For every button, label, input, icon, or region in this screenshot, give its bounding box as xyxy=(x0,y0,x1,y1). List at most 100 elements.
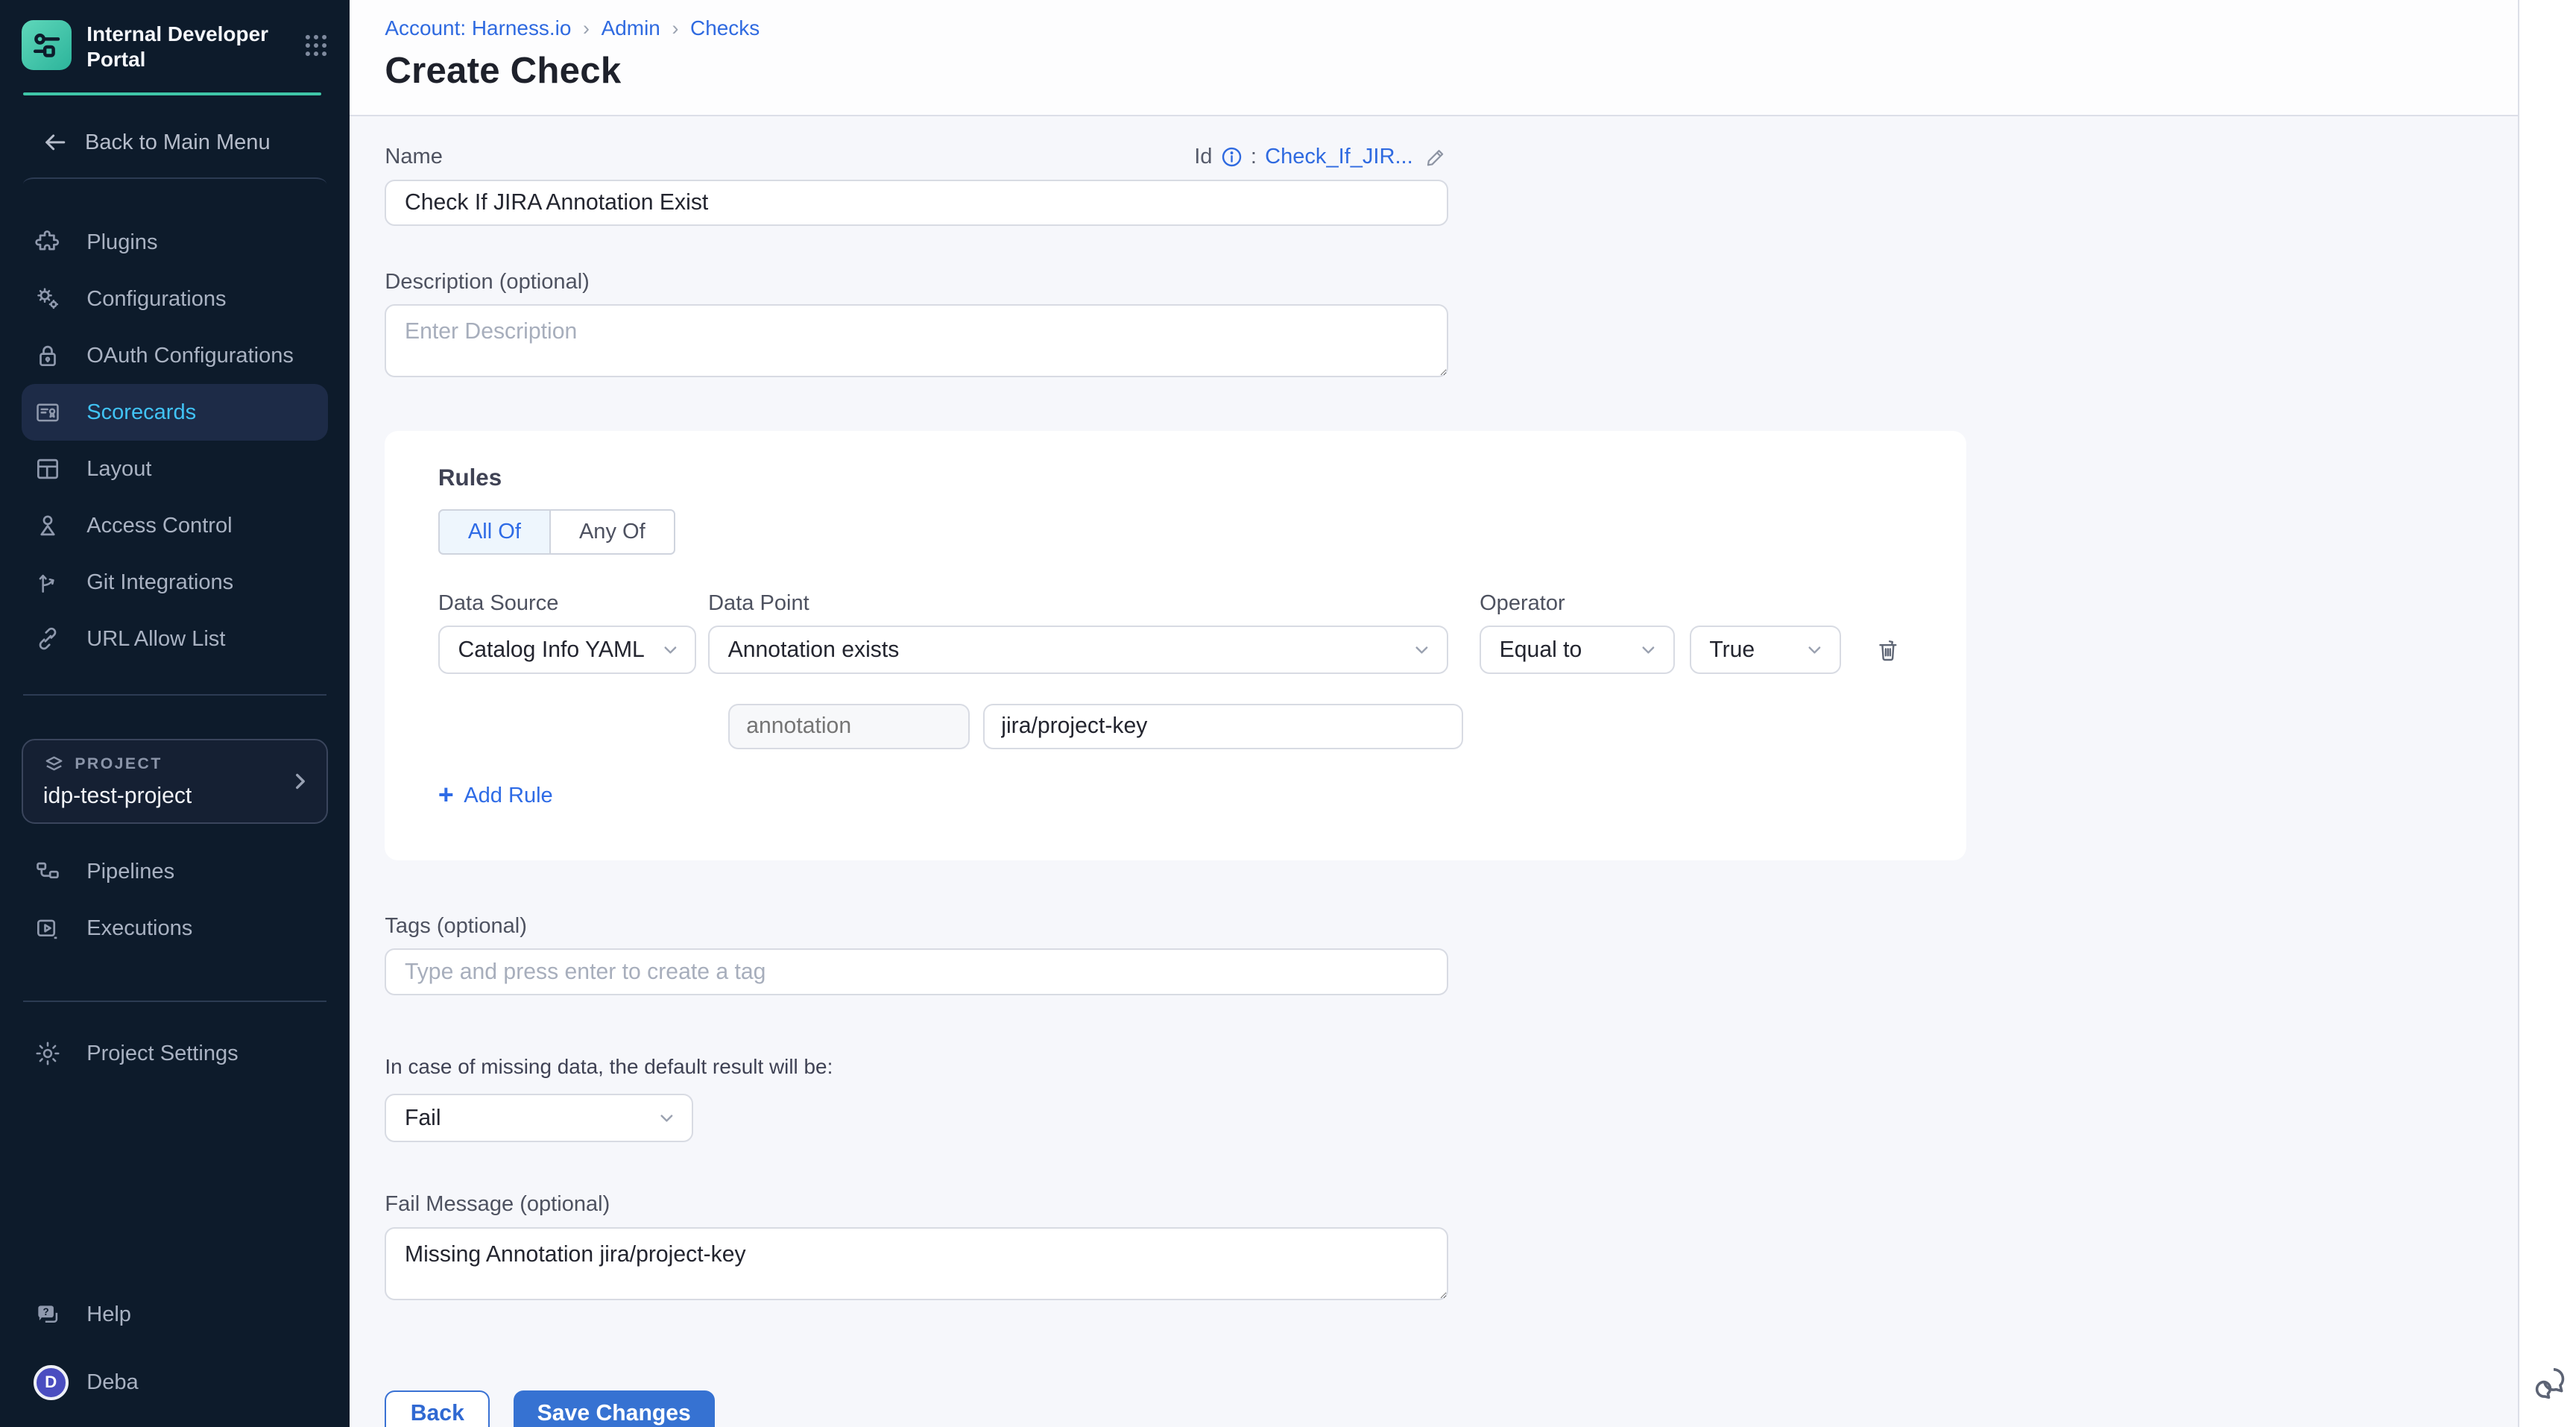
gear-icon xyxy=(34,1039,62,1068)
sidebar: Internal Developer Portal Back to Main M… xyxy=(0,0,350,1427)
chevron-down-icon xyxy=(1805,640,1825,660)
tags-label: Tags (optional) xyxy=(385,914,2517,939)
project-label: PROJECT xyxy=(75,755,162,773)
help-label: Help xyxy=(86,1302,131,1327)
rule-labels-row: Data Source Data Point Operator xyxy=(438,591,1913,616)
breadcrumb-checks-link[interactable]: Checks xyxy=(690,16,760,40)
data-source-select[interactable]: Catalog Info YAML xyxy=(438,626,697,674)
sidebar-divider xyxy=(23,177,326,191)
create-check-form: Name Id : Check_If_JIR... Description (o… xyxy=(350,116,2576,1426)
breadcrumb-account-link[interactable]: Account: Harness.io xyxy=(385,16,571,40)
fail-message-block: Fail Message (optional) Missing Annotati… xyxy=(385,1192,2517,1307)
sidebar-item-access-control[interactable]: Access Control xyxy=(22,497,328,554)
sidebar-item-layout[interactable]: Layout xyxy=(22,441,328,497)
name-label: Name xyxy=(385,145,442,169)
chevron-down-icon xyxy=(1638,640,1658,660)
operator-value-select[interactable]: True xyxy=(1690,626,1841,674)
sidebar-item-project-settings[interactable]: Project Settings xyxy=(22,1025,328,1082)
annotation-key-input[interactable] xyxy=(983,704,1463,749)
add-rule-label: Add Rule xyxy=(464,784,553,808)
rules-title: Rules xyxy=(438,464,1913,491)
project-name: idp-test-project xyxy=(43,784,310,809)
scorecard-icon xyxy=(34,398,62,426)
project-label-row: PROJECT xyxy=(43,754,310,775)
annotation-row xyxy=(728,704,1913,749)
default-result-value: Fail xyxy=(405,1106,441,1131)
play-icon xyxy=(34,915,62,943)
id-label: Id xyxy=(1194,145,1212,169)
sidebar-header: Internal Developer Portal xyxy=(0,0,350,72)
description-block: Description (optional) xyxy=(385,270,2517,385)
sidebar-item-label: Git Integrations xyxy=(86,570,233,595)
default-result-select[interactable]: Fail xyxy=(385,1094,693,1142)
sidebar-item-plugins[interactable]: Plugins xyxy=(22,214,328,271)
name-input[interactable] xyxy=(385,180,1448,227)
all-of-button[interactable]: All Of xyxy=(438,509,551,554)
page-title: Create Check xyxy=(385,49,2517,92)
data-point-select[interactable]: Annotation exists xyxy=(708,626,1448,674)
missing-data-block: In case of missing data, the default res… xyxy=(385,1055,2517,1142)
layers-icon xyxy=(43,754,65,775)
right-gutter xyxy=(2518,0,2576,1427)
save-changes-button[interactable]: Save Changes xyxy=(514,1390,715,1427)
pipelines-icon xyxy=(34,858,62,886)
operator-value-value: True xyxy=(1709,637,1755,663)
layout-icon xyxy=(34,455,62,483)
teal-divider xyxy=(23,92,321,95)
rule-row: Catalog Info YAML Annotation exists Equa… xyxy=(438,626,1913,674)
project-selector-card[interactable]: PROJECT idp-test-project xyxy=(22,739,328,824)
sidebar-item-label: Plugins xyxy=(86,230,157,255)
sidebar-item-configurations[interactable]: Configurations xyxy=(22,271,328,327)
back-to-main-menu[interactable]: Back to Main Menu xyxy=(0,129,350,156)
avatar: D xyxy=(34,1365,69,1400)
sidebar-item-label: Scorecards xyxy=(86,400,196,425)
sidebar-item-pipelines[interactable]: Pipelines xyxy=(22,844,328,901)
breadcrumb-admin-link[interactable]: Admin xyxy=(602,16,660,40)
check-id-link[interactable]: Check_If_JIR... xyxy=(1265,145,1413,169)
user-menu[interactable]: D Deba xyxy=(0,1365,350,1400)
data-point-value: Annotation exists xyxy=(728,637,900,663)
link-icon xyxy=(34,625,62,653)
sidebar-item-label: Layout xyxy=(86,457,151,482)
apps-grid-icon[interactable] xyxy=(302,31,330,60)
edit-pencil-icon[interactable] xyxy=(1424,145,1448,168)
puzzle-icon xyxy=(34,228,62,256)
sidebar-item-help[interactable]: ? Help xyxy=(22,1287,328,1343)
fail-message-textarea[interactable]: Missing Annotation jira/project-key xyxy=(385,1227,1448,1300)
delete-rule-trash-icon[interactable] xyxy=(1875,637,1901,664)
harness-idp-logo[interactable] xyxy=(22,20,72,70)
chat-support-icon[interactable] xyxy=(2530,1364,2570,1404)
sidebar-item-scorecards[interactable]: Scorecards xyxy=(22,384,328,441)
annotation-input[interactable] xyxy=(728,704,970,749)
operator-select[interactable]: Equal to xyxy=(1480,626,1675,674)
sidebar-item-oauth-configurations[interactable]: OAuth Configurations xyxy=(22,327,328,384)
description-textarea[interactable] xyxy=(385,304,1448,377)
id-colon: : xyxy=(1251,145,1257,169)
info-icon[interactable] xyxy=(1221,146,1243,168)
sidebar-divider xyxy=(23,1001,326,1002)
admin-nav: Plugins Configurations OAuth Configurati… xyxy=(0,214,350,667)
git-branch-icon xyxy=(34,568,62,596)
sidebar-item-url-allow-list[interactable]: URL Allow List xyxy=(22,611,328,667)
sidebar-item-executions[interactable]: Executions xyxy=(22,901,328,957)
data-source-value: Catalog Info YAML xyxy=(458,637,645,663)
app-title: Internal Developer Portal xyxy=(86,20,286,72)
app-root: Internal Developer Portal Back to Main M… xyxy=(0,0,2576,1427)
tags-block: Tags (optional) xyxy=(385,914,2517,995)
rules-panel: Rules All Of Any Of Data Source Data Poi… xyxy=(385,431,1966,860)
logo-glyph-icon xyxy=(28,27,65,63)
add-rule-button[interactable]: + Add Rule xyxy=(438,782,553,809)
any-of-button[interactable]: Any Of xyxy=(551,509,675,554)
breadcrumb-chevron-icon: › xyxy=(583,17,590,40)
fail-message-label: Fail Message (optional) xyxy=(385,1192,2517,1217)
plus-icon: + xyxy=(438,782,454,809)
breadcrumb: Account: Harness.io › Admin › Checks xyxy=(385,16,2517,40)
check-id-row: Id : Check_If_JIR... xyxy=(1194,145,1448,169)
back-button[interactable]: Back xyxy=(385,1390,490,1427)
svg-text:?: ? xyxy=(42,1306,48,1317)
sidebar-item-git-integrations[interactable]: Git Integrations xyxy=(22,554,328,611)
sidebar-bottom: ? Help D Deba xyxy=(0,1287,350,1427)
help-chat-icon: ? xyxy=(34,1301,62,1329)
tags-input[interactable] xyxy=(385,948,1448,995)
sidebar-item-label: Project Settings xyxy=(86,1042,238,1066)
